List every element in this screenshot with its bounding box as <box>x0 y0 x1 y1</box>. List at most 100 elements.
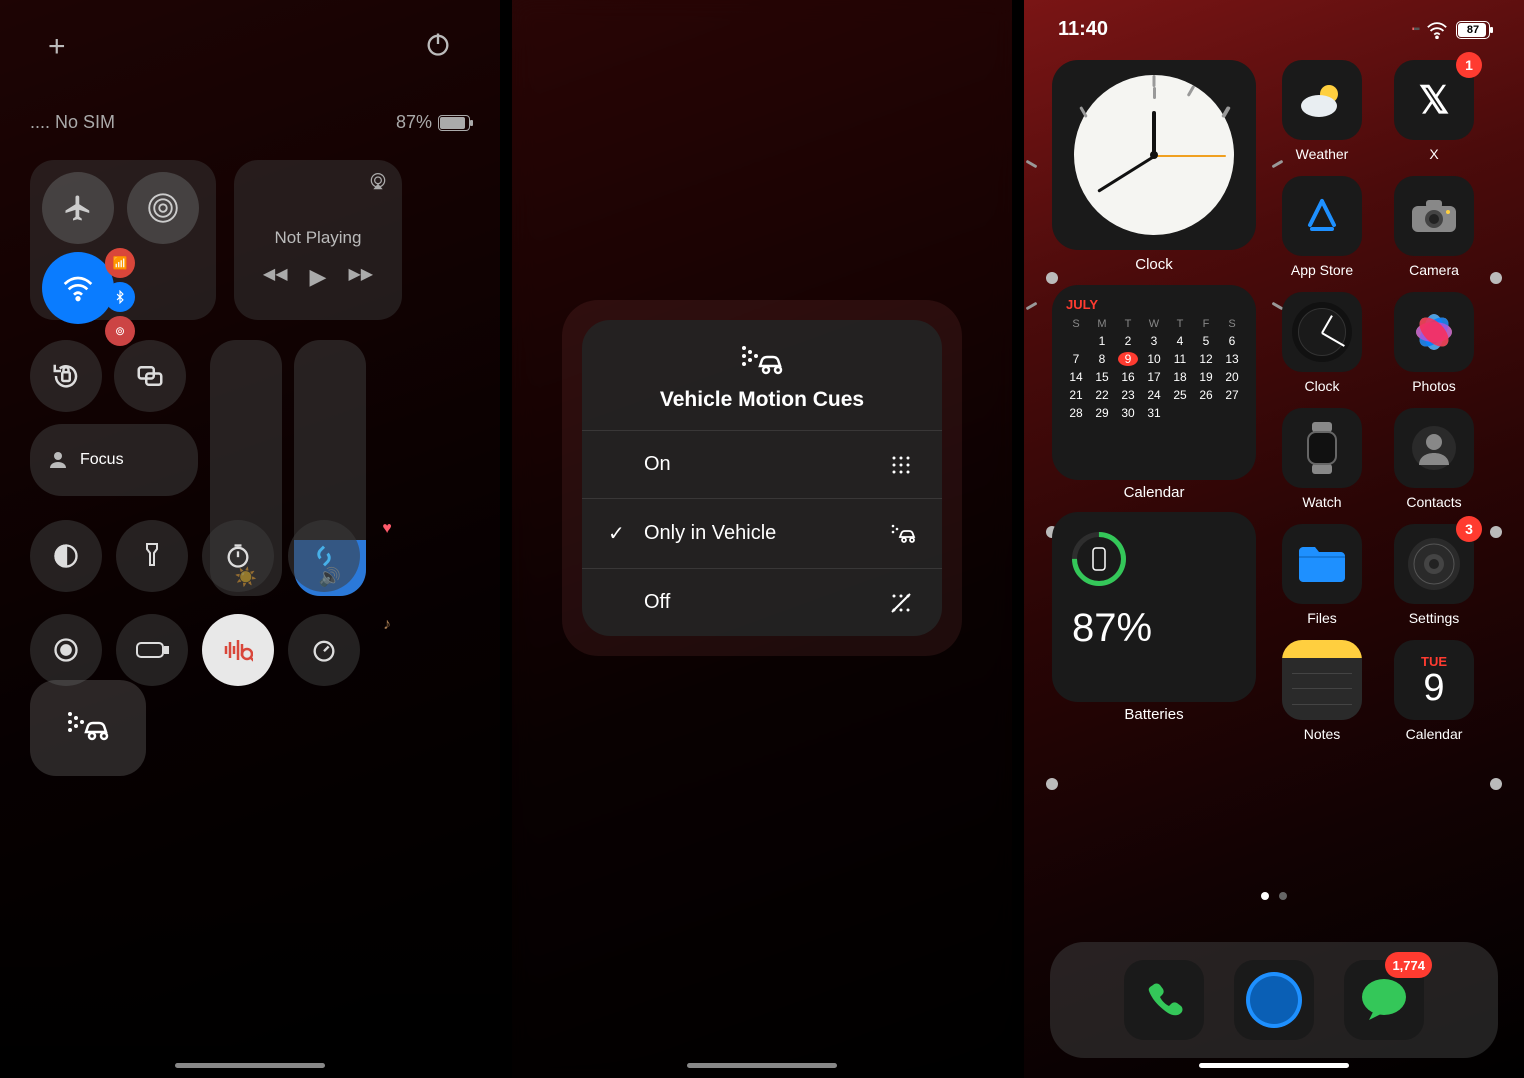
motion-on-icon <box>890 454 916 476</box>
motion-option-off[interactable]: Off <box>582 568 942 636</box>
home-indicator[interactable] <box>175 1063 325 1068</box>
x-app[interactable]: 𝕏 1 <box>1394 60 1474 140</box>
vehicle-motion-cues-button[interactable] <box>30 680 146 776</box>
flashlight-button[interactable] <box>116 520 188 592</box>
check-icon: ✓ <box>608 521 630 546</box>
notes-app[interactable] <box>1282 640 1362 720</box>
carrier-label: .... No SIM <box>30 112 115 133</box>
motion-vehicle-icon <box>890 523 916 545</box>
shazam-button[interactable] <box>288 520 360 592</box>
settings-label: Settings <box>1409 610 1460 626</box>
motion-cues-icon <box>582 344 942 380</box>
camera-app[interactable] <box>1394 176 1474 256</box>
contacts-app[interactable] <box>1394 408 1474 488</box>
clock-widget[interactable]: /* ticks injected below */ <box>1052 60 1256 250</box>
motion-option-label: Only in Vehicle <box>644 522 776 545</box>
add-control-button[interactable]: + <box>48 30 66 64</box>
cellular-toggle[interactable]: 📶 <box>105 248 135 278</box>
appstore-app[interactable] <box>1282 176 1362 256</box>
x-badge: 1 <box>1456 52 1482 78</box>
rewind-button[interactable]: ◀◀ <box>263 264 288 290</box>
home-indicator[interactable] <box>1199 1063 1349 1068</box>
status-bar: 11:40 ▪▪▪▪ 87 <box>1024 18 1524 41</box>
clock-widget-label: Clock <box>1052 256 1256 273</box>
settings-app[interactable]: 3 <box>1394 524 1474 604</box>
calendar-month: JULY <box>1066 297 1242 312</box>
low-power-button[interactable] <box>116 614 188 686</box>
favorite-icon: ♥ <box>372 520 402 538</box>
timer-button[interactable] <box>202 520 274 592</box>
focus-label: Focus <box>80 451 124 469</box>
motion-option-label: On <box>644 453 671 476</box>
calendar-app-day: 9 <box>1423 669 1444 707</box>
screen-mirroring-button[interactable] <box>114 340 186 412</box>
settings-badge: 3 <box>1456 516 1482 542</box>
focus-button[interactable]: Focus <box>30 424 198 496</box>
batteries-widget-label: Batteries <box>1052 706 1256 723</box>
clock-label: Clock <box>1304 378 1339 394</box>
motion-off-icon <box>890 592 916 614</box>
music-icon: ♪ <box>372 616 402 634</box>
play-button[interactable]: ▶ <box>310 264 327 290</box>
photos-label: Photos <box>1412 378 1456 394</box>
media-tile[interactable]: Not Playing ◀◀ ▶ ▶▶ <box>234 160 402 320</box>
safari-app[interactable] <box>1234 960 1314 1040</box>
dark-mode-button[interactable] <box>30 520 102 592</box>
motion-option-label: Off <box>644 591 670 614</box>
orientation-lock-button[interactable] <box>30 340 102 412</box>
weather-label: Weather <box>1296 146 1349 162</box>
forward-button[interactable]: ▶▶ <box>348 264 373 290</box>
battery-percent-label: 87% <box>396 112 432 133</box>
notes-label: Notes <box>1304 726 1341 742</box>
phone-app[interactable] <box>1124 960 1204 1040</box>
battery-widget-value: 87% <box>1072 606 1236 651</box>
control-center-screen: + .... No SIM 87% 📶 <box>0 0 500 1078</box>
bluetooth-toggle[interactable] <box>105 282 135 312</box>
page-indicator[interactable] <box>1261 892 1287 900</box>
motion-cues-title: Vehicle Motion Cues <box>582 388 942 430</box>
contacts-label: Contacts <box>1406 494 1461 510</box>
power-button[interactable] <box>424 30 452 64</box>
wifi-toggle[interactable] <box>42 252 114 324</box>
camera-label: Camera <box>1409 262 1459 278</box>
photos-app[interactable] <box>1394 292 1474 372</box>
now-playing-label: Not Playing <box>248 228 388 248</box>
airdrop-toggle[interactable] <box>127 172 199 244</box>
motion-cues-card: Vehicle Motion Cues On ✓ Only in Vehicle <box>582 320 942 636</box>
status-bar: .... No SIM 87% <box>30 112 470 133</box>
home-screen: 11:40 ▪▪▪▪ 87 /* ticks injected below */… <box>1024 0 1524 1078</box>
stopwatch-button[interactable] <box>288 614 360 686</box>
x-label: X <box>1429 146 1438 162</box>
calendar-dow: SMTWTFS <box>1066 318 1242 330</box>
files-app[interactable] <box>1282 524 1362 604</box>
dock: 1,774 <box>1050 942 1498 1058</box>
motion-cues-menu-screen: Vehicle Motion Cues On ✓ Only in Vehicle <box>512 0 1012 1078</box>
status-time: 11:40 <box>1058 18 1108 41</box>
motion-option-only-vehicle[interactable]: ✓ Only in Vehicle <box>582 498 942 568</box>
battery-icon: 87 <box>1456 21 1490 39</box>
cellular-icon: ▪▪▪▪ <box>1412 24 1418 35</box>
files-label: Files <box>1307 610 1337 626</box>
calendar-app[interactable]: TUE 9 <box>1394 640 1474 720</box>
airplay-icon[interactable] <box>368 172 388 192</box>
airplane-mode-toggle[interactable] <box>42 172 114 244</box>
battery-icon <box>438 115 470 131</box>
connectivity-tile[interactable]: 📶 ⊚ <box>30 160 216 320</box>
messages-app[interactable]: 1,774 <box>1344 960 1424 1040</box>
wifi-icon <box>1426 21 1448 39</box>
home-indicator[interactable] <box>687 1063 837 1068</box>
watch-app[interactable] <box>1282 408 1362 488</box>
messages-badge: 1,774 <box>1385 952 1432 978</box>
appstore-label: App Store <box>1291 262 1353 278</box>
weather-app[interactable] <box>1282 60 1362 140</box>
calendar-widget[interactable]: JULY SMTWTFS 123456789101112131415161718… <box>1052 285 1256 480</box>
watch-label: Watch <box>1302 494 1341 510</box>
calendar-app-label: Calendar <box>1406 726 1463 742</box>
voice-memo-button[interactable] <box>202 614 274 686</box>
screen-record-button[interactable] <box>30 614 102 686</box>
phone-icon <box>1077 537 1121 581</box>
clock-app[interactable] <box>1282 292 1362 372</box>
motion-option-on[interactable]: On <box>582 430 942 498</box>
batteries-widget[interactable]: 87% <box>1052 512 1256 702</box>
calendar-widget-label: Calendar <box>1052 484 1256 501</box>
